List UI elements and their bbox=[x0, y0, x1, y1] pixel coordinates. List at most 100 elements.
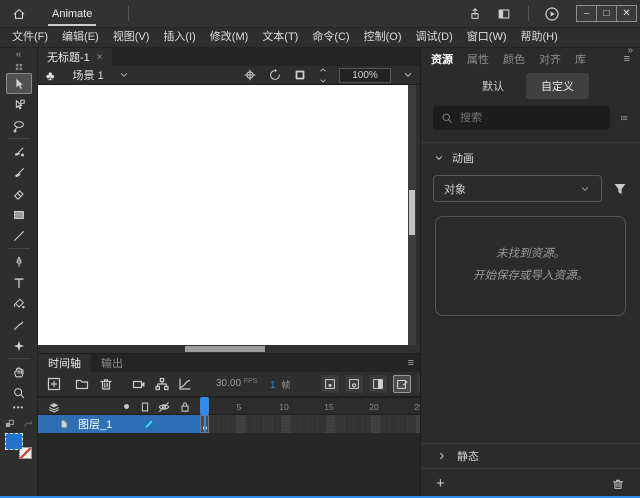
menu-edit[interactable]: 编辑(E) bbox=[55, 28, 106, 47]
horizontal-scroll-thumb[interactable] bbox=[185, 346, 265, 352]
asset-type-dropdown[interactable]: 对象 bbox=[433, 175, 602, 202]
outline-column-icon[interactable] bbox=[138, 400, 152, 414]
list-view-icon[interactable] bbox=[620, 110, 628, 126]
layer-parenting-button[interactable] bbox=[154, 376, 170, 392]
new-layer-button[interactable] bbox=[46, 376, 62, 392]
graph-editor-button[interactable] bbox=[177, 376, 193, 392]
share-icon[interactable] bbox=[468, 7, 482, 21]
menu-text[interactable]: 文本(T) bbox=[255, 28, 305, 47]
edit-scene-icon[interactable]: ♣ bbox=[46, 68, 55, 83]
tab-assets[interactable]: 资源 bbox=[431, 51, 453, 67]
scene-chevron-down-icon[interactable] bbox=[118, 69, 130, 81]
asset-warp-tool[interactable] bbox=[6, 335, 32, 356]
lasso-tool[interactable] bbox=[6, 115, 32, 136]
selection-tool[interactable] bbox=[6, 73, 32, 94]
collapse-tools-button[interactable]: « bbox=[16, 48, 22, 61]
collapse-panel-button[interactable]: » bbox=[627, 45, 633, 56]
classic-brush-tool[interactable] bbox=[6, 162, 32, 183]
mode-default-button[interactable]: 默认 bbox=[472, 74, 514, 98]
auto-keyframe-toggle[interactable] bbox=[393, 375, 411, 393]
menu-insert[interactable]: 插入(I) bbox=[156, 28, 202, 47]
document-tab-close-icon[interactable]: × bbox=[97, 52, 103, 63]
stage-horizontal-scrollbar[interactable] bbox=[38, 345, 420, 353]
zoom-chevron-down-icon[interactable] bbox=[402, 69, 414, 81]
stepper-down-icon[interactable] bbox=[318, 76, 328, 86]
hand-tool[interactable] bbox=[6, 361, 32, 382]
text-tool[interactable] bbox=[6, 272, 32, 293]
search-input[interactable] bbox=[460, 112, 602, 124]
current-frame-field[interactable]: 1 帧 bbox=[270, 378, 290, 391]
frame-rate-field[interactable]: 30.00 FPS bbox=[216, 378, 257, 389]
zoom-level-field[interactable]: 100% bbox=[339, 68, 391, 83]
menu-modify[interactable]: 修改(M) bbox=[203, 28, 256, 47]
app-tab-label: Animate bbox=[52, 8, 92, 20]
timeline-ruler[interactable]: 5 10 15 20 25 bbox=[200, 397, 420, 415]
menu-control[interactable]: 控制(O) bbox=[357, 28, 409, 47]
stage-vertical-scrollbar[interactable] bbox=[408, 85, 416, 345]
rectangle-tool[interactable] bbox=[6, 204, 32, 225]
workspace-icon[interactable] bbox=[497, 7, 511, 21]
layers-stack-icon[interactable] bbox=[47, 400, 61, 414]
stage-canvas[interactable] bbox=[38, 85, 408, 345]
insert-blank-keyframe-button[interactable] bbox=[345, 375, 363, 393]
search-box[interactable] bbox=[433, 106, 610, 130]
eyedropper-tool[interactable] bbox=[6, 314, 32, 335]
lock-all-layers-icon[interactable] bbox=[178, 400, 192, 414]
center-stage-icon[interactable] bbox=[243, 68, 257, 82]
tab-align[interactable]: 对齐 bbox=[539, 51, 561, 67]
menu-window[interactable]: 窗口(W) bbox=[460, 28, 514, 47]
delete-asset-icon[interactable] bbox=[611, 477, 625, 491]
static-section-header[interactable]: 静态 bbox=[421, 443, 640, 468]
hide-all-layers-icon[interactable] bbox=[157, 400, 171, 414]
home-icon[interactable] bbox=[12, 7, 26, 21]
toolbar-grip-icon[interactable] bbox=[14, 62, 24, 72]
paint-bucket-tool[interactable] bbox=[6, 293, 32, 314]
tab-timeline[interactable]: 时间轴 bbox=[38, 354, 91, 372]
minimize-button[interactable]: – bbox=[576, 5, 597, 22]
tab-properties[interactable]: 属性 bbox=[467, 51, 489, 67]
layer-name[interactable]: 图层_1 bbox=[78, 416, 112, 432]
pen-tool[interactable] bbox=[6, 251, 32, 272]
add-asset-button[interactable]: + bbox=[436, 475, 445, 492]
highlight-column-icon[interactable] bbox=[124, 404, 129, 409]
layer-row-selected[interactable]: 图层_1 bbox=[38, 415, 200, 433]
tab-color[interactable]: 颜色 bbox=[503, 51, 525, 67]
mode-custom-button[interactable]: 自定义 bbox=[526, 73, 589, 99]
test-movie-icon[interactable] bbox=[544, 6, 560, 22]
clip-content-icon[interactable] bbox=[293, 68, 307, 82]
more-tools-button[interactable]: ••• bbox=[13, 403, 24, 417]
frame-grid[interactable] bbox=[200, 415, 420, 433]
swap-colors-icon[interactable] bbox=[22, 418, 34, 430]
zoom-tool[interactable] bbox=[6, 382, 32, 403]
default-colors-icon[interactable] bbox=[4, 418, 16, 430]
maximize-button[interactable]: □ bbox=[596, 5, 617, 22]
rotate-tool-icon[interactable] bbox=[268, 68, 282, 82]
vertical-scroll-thumb[interactable] bbox=[409, 190, 415, 235]
timeline-menu-icon[interactable]: ≡ bbox=[408, 357, 414, 369]
document-tab[interactable]: 无标题-1 × bbox=[38, 48, 112, 66]
zoom-stepper[interactable] bbox=[318, 65, 328, 86]
tab-output[interactable]: 输出 bbox=[91, 354, 133, 372]
menu-file[interactable]: 文件(F) bbox=[5, 28, 55, 47]
menu-commands[interactable]: 命令(C) bbox=[305, 28, 356, 47]
fill-color-swatch[interactable] bbox=[5, 433, 23, 450]
menu-debug[interactable]: 调试(D) bbox=[409, 28, 460, 47]
insert-frame-button[interactable] bbox=[369, 375, 387, 393]
new-folder-button[interactable] bbox=[74, 376, 90, 392]
app-tab-animate[interactable]: Animate bbox=[48, 2, 96, 26]
animation-section-header[interactable]: 动画 bbox=[421, 143, 640, 173]
stepper-up-icon[interactable] bbox=[318, 65, 328, 75]
fluid-brush-tool[interactable] bbox=[6, 141, 32, 162]
subselection-tool[interactable] bbox=[6, 94, 32, 115]
eraser-tool[interactable] bbox=[6, 183, 32, 204]
menu-view[interactable]: 视图(V) bbox=[106, 28, 157, 47]
line-tool[interactable] bbox=[6, 225, 32, 246]
filter-icon[interactable] bbox=[612, 181, 628, 197]
camera-button[interactable] bbox=[131, 376, 147, 392]
close-button[interactable]: ✕ bbox=[616, 5, 637, 22]
tab-library[interactable]: 库 bbox=[575, 51, 586, 67]
menu-help[interactable]: 帮助(H) bbox=[514, 28, 565, 47]
insert-keyframe-button[interactable] bbox=[321, 375, 339, 393]
delete-layer-button[interactable] bbox=[98, 376, 114, 392]
playhead[interactable] bbox=[200, 397, 209, 415]
